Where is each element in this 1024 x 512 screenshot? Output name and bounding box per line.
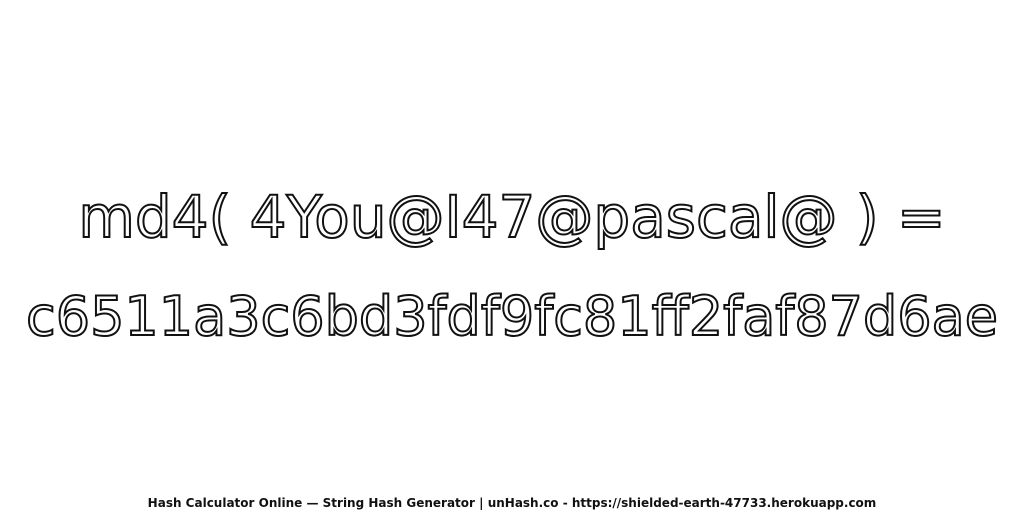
hash-result-card: md4( 4You@I47@pascal@ ) = c6511a3c6bd3fd… — [0, 0, 1024, 512]
hash-value: c6511a3c6bd3fdf9fc81ff2faf87d6ae — [25, 285, 999, 348]
hash-expression: md4( 4You@I47@pascal@ ) = — [77, 183, 946, 251]
footer-credit: Hash Calculator Online — String Hash Gen… — [147, 496, 877, 510]
